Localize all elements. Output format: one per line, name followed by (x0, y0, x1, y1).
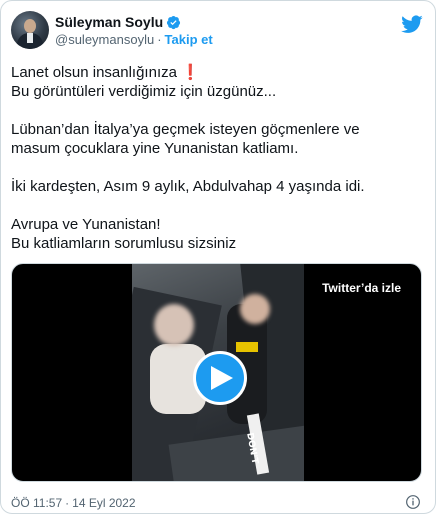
tweet-text: Lanet olsun insanlığınıza ❗ Bu görüntüle… (11, 63, 427, 253)
tweet-header: Süleyman Soylu @suleymansoylu · Takip et (11, 11, 427, 53)
tweet-date[interactable]: 14 Eyl 2022 (72, 496, 135, 510)
tweet-card: Süleyman Soylu @suleymansoylu · Takip et… (0, 0, 436, 514)
twitter-bird-icon[interactable] (401, 13, 423, 35)
tweet-line: masum çocuklara yine Yunanistan katliamı… (11, 140, 299, 157)
tweet-line: Bu görüntüleri verdiğimiz için üzgünüz..… (11, 83, 277, 100)
author-handle-row: @suleymansoylu · Takip et (55, 32, 213, 47)
tweet-line: Lanet olsun insanlığınıza ❗ (11, 64, 200, 81)
tweet-time[interactable]: ÖÖ 11:57 (11, 496, 62, 510)
tweet-line: Bu katliamların sorumlusu sizsiniz (11, 235, 237, 252)
author-handle[interactable]: @suleymansoylu (55, 32, 154, 47)
play-icon (211, 366, 233, 390)
tweet-line: Lübnan’dan İtalya’ya geçmek isteyen göçm… (11, 121, 360, 138)
avatar-face (24, 19, 36, 33)
footer-separator: · (65, 496, 70, 510)
video-player[interactable]: DON'T Twitter’da izle (11, 263, 422, 482)
verified-badge-icon (167, 15, 181, 29)
handle-separator: · (157, 32, 162, 47)
avatar[interactable] (11, 11, 49, 49)
author-name[interactable]: Süleyman Soylu (55, 14, 163, 30)
info-icon[interactable] (405, 494, 421, 510)
tweet-footer: ÖÖ 11:57 · 14 Eyl 2022 (11, 494, 427, 512)
author-name-row: Süleyman Soylu (55, 13, 181, 31)
avatar-shirt (27, 33, 33, 43)
watch-on-twitter-button[interactable]: Twitter’da izle (310, 274, 413, 302)
play-button[interactable] (193, 351, 247, 405)
tweet-line: İki kardeşten, Asım 9 aylık, Abdulvahap … (11, 178, 365, 195)
tweet-line: Avrupa ve Yunanistan! (11, 216, 161, 233)
follow-button[interactable]: Takip et (165, 32, 213, 47)
